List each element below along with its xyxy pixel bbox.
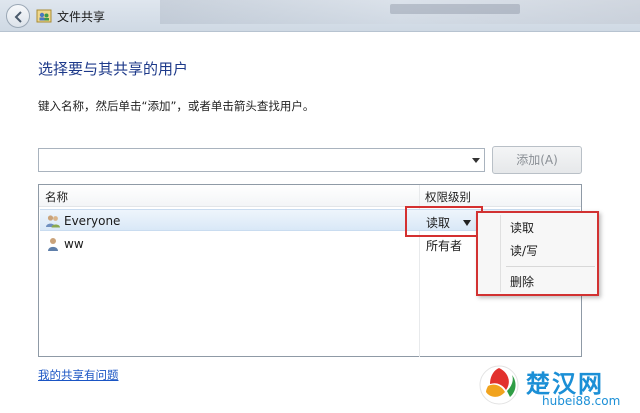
watermark-logo-icon [479, 365, 519, 405]
list-header: 名称 权限级别 [39, 185, 581, 207]
background-blur [160, 0, 640, 24]
menu-separator [506, 266, 595, 267]
menu-item-label: 删除 [510, 275, 535, 289]
page-heading: 选择要与其共享的用户 [38, 60, 189, 78]
arrow-left-icon [14, 11, 22, 23]
menu-item-read[interactable]: 读取 [480, 217, 597, 237]
menu-item-remove[interactable]: 删除 [480, 271, 597, 291]
user-name: Everyone [64, 214, 121, 228]
add-button[interactable]: 添加(A) [492, 146, 582, 174]
group-user-icon [46, 215, 60, 228]
user-name-combobox[interactable] [38, 148, 485, 172]
back-button[interactable] [6, 4, 30, 28]
user-name: ww [64, 237, 84, 251]
share-users-icon [36, 9, 52, 23]
watermark-url: hubei88.com [542, 394, 621, 408]
window-title: 文件共享 [57, 10, 106, 24]
dropdown-arrow-icon[interactable] [472, 158, 480, 163]
instruction-text: 键入名称，然后单击“添加”，或者单击箭头查找用户。 [38, 99, 315, 113]
permission-menu: 读取 读/写 删除 [476, 211, 599, 296]
single-user-icon [48, 238, 58, 251]
permission-level: 所有者 [426, 239, 463, 253]
title-bar: 文件共享 [0, 0, 640, 32]
user-name-input[interactable] [41, 151, 461, 169]
sharing-help-link[interactable]: 我的共享有问题 [38, 367, 119, 383]
column-header-permission[interactable]: 权限级别 [425, 189, 471, 205]
watermark: 楚汉网 hubei88.com [478, 362, 640, 413]
highlight-box-permission [405, 206, 483, 237]
menu-item-label: 读取 [510, 221, 535, 235]
menu-item-label: 读/写 [510, 244, 539, 258]
column-header-name[interactable]: 名称 [45, 189, 68, 205]
menu-item-read-write[interactable]: 读/写 [480, 240, 597, 260]
